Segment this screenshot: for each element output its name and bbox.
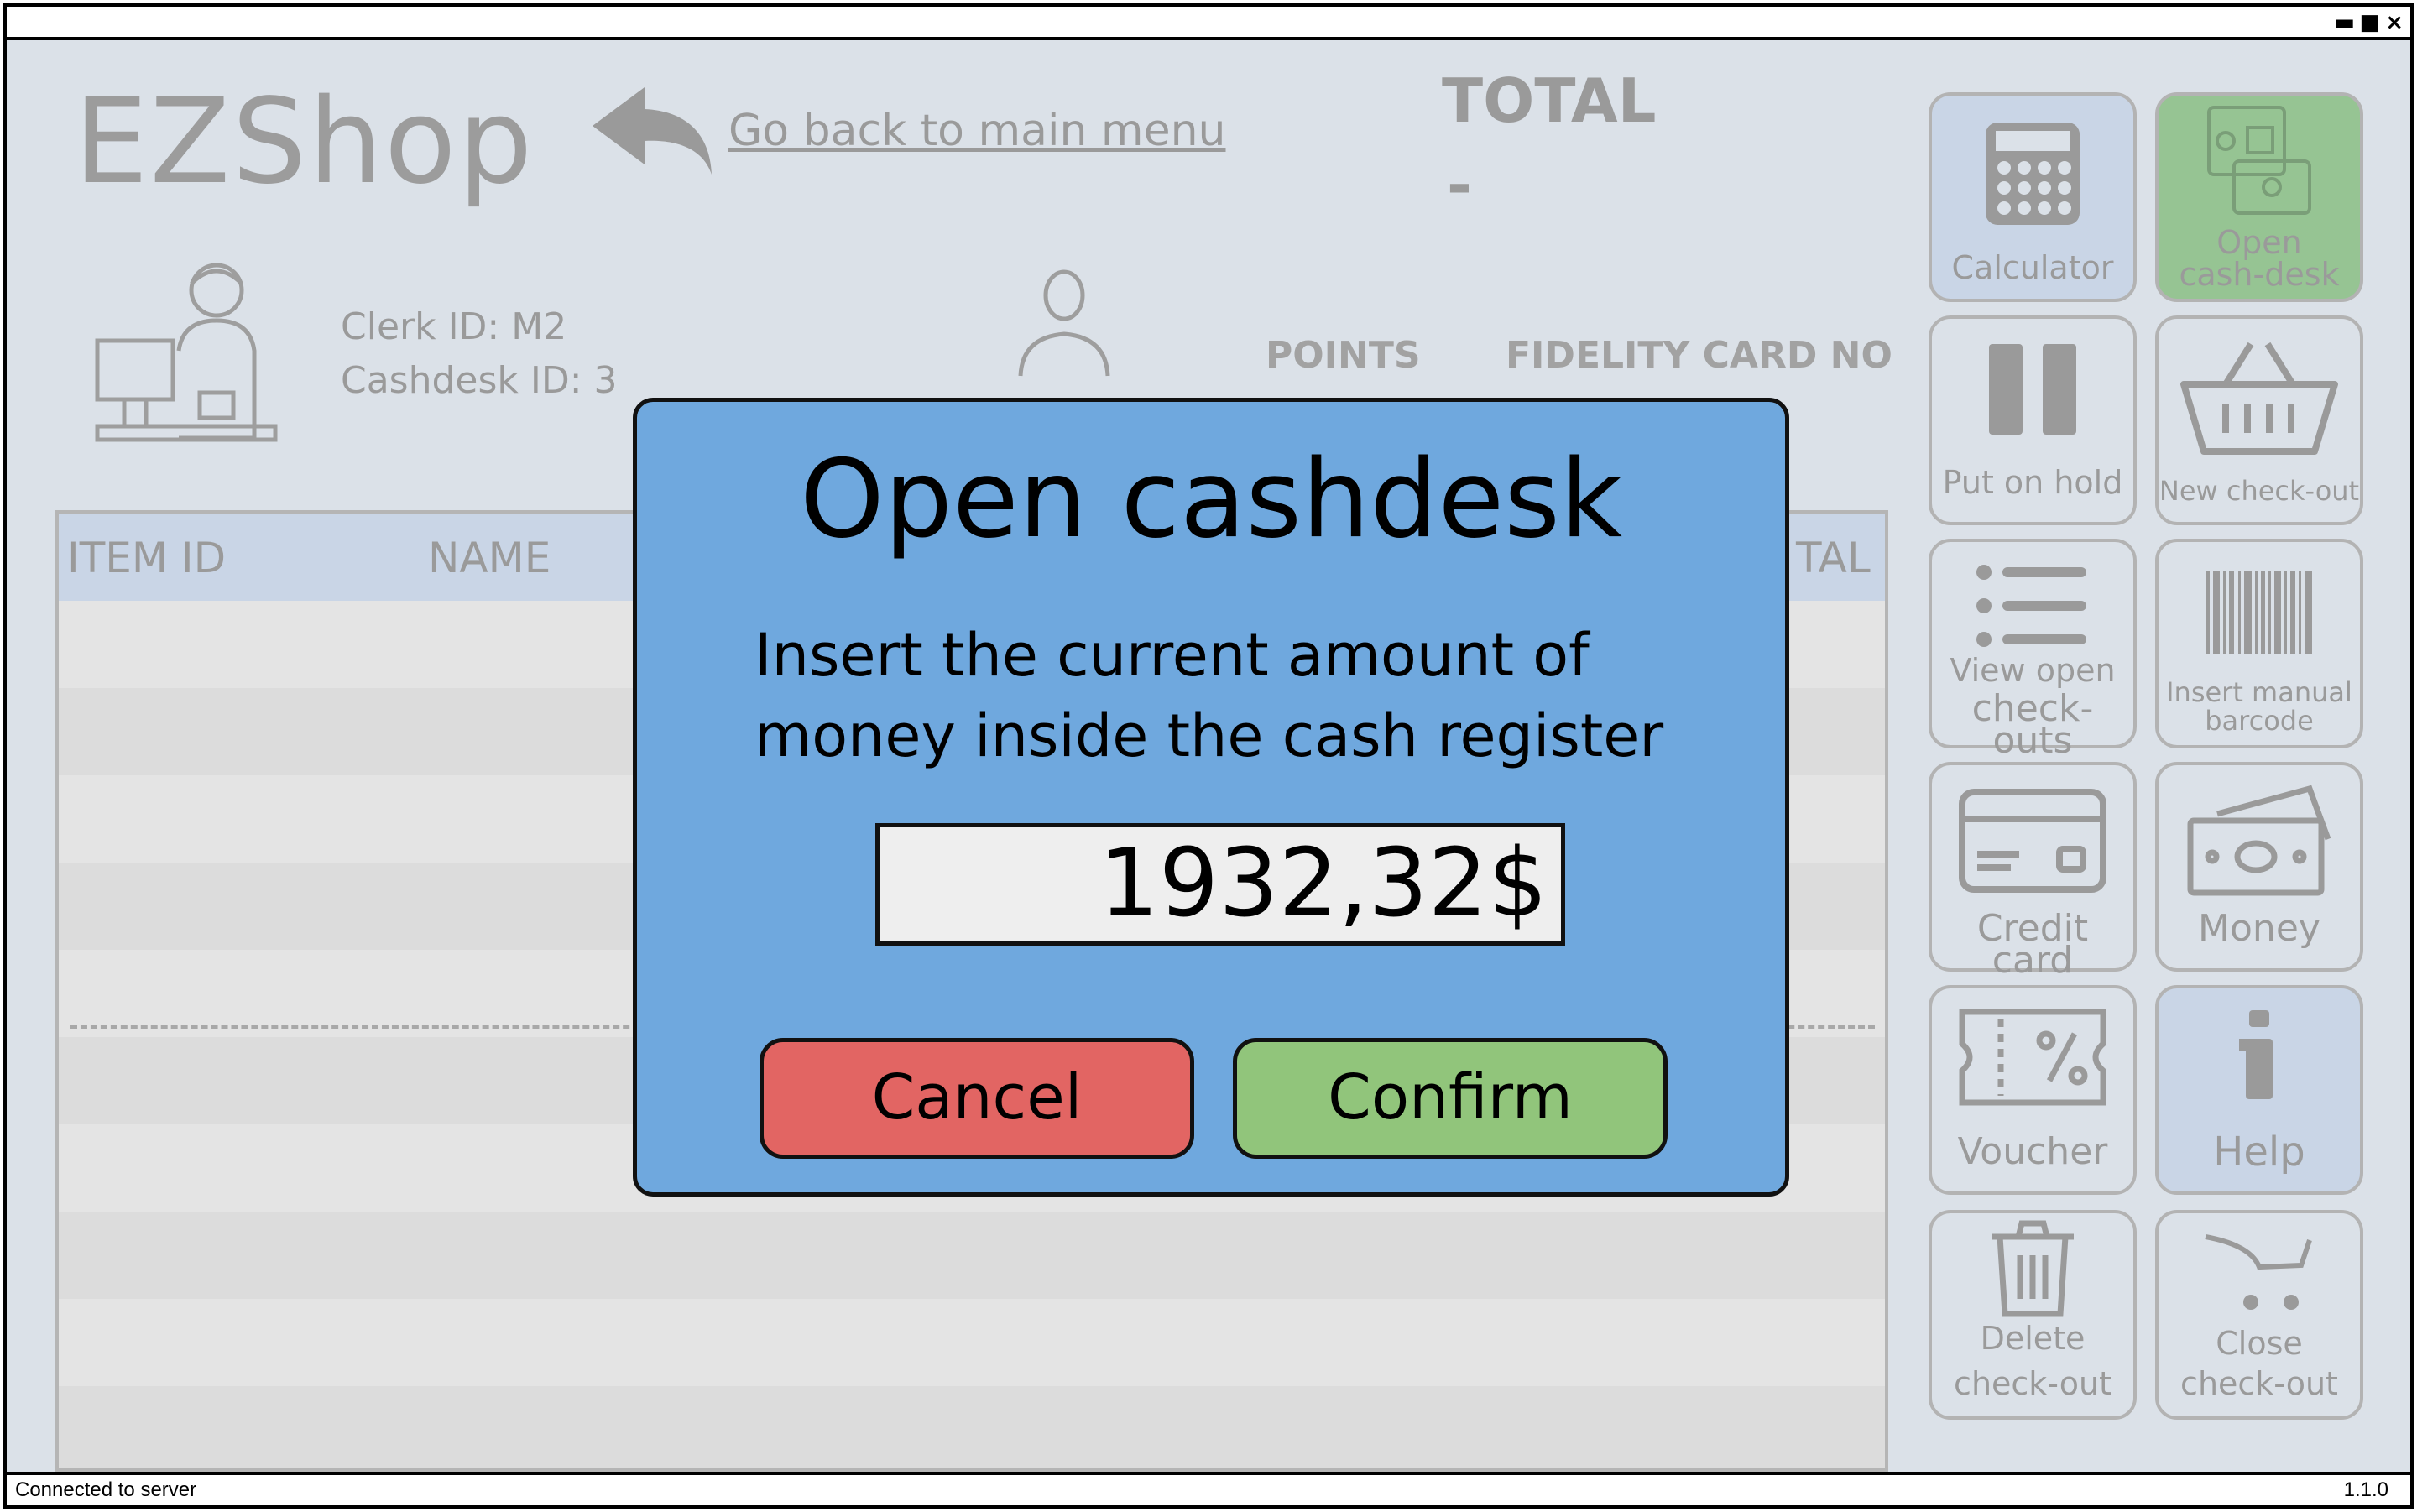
trash-icon	[1986, 1218, 2079, 1322]
dialog-message: Insert the current amount of money insid…	[754, 615, 1711, 776]
fidelity-card-label: FIDELITY CARD NO	[1506, 334, 1892, 377]
back-to-main-menu-link[interactable]: Go back to main menu	[728, 106, 1226, 156]
put-on-hold-label: Put on hold	[1942, 464, 2123, 501]
column-name: NAME	[428, 534, 551, 582]
voucher-label: Voucher	[1957, 1130, 2108, 1173]
delete-checkout-button[interactable]: Delete check-out	[1929, 1210, 2137, 1420]
cashdesk-id: Cashdesk ID: 3	[341, 359, 618, 402]
cancel-button[interactable]: Cancel	[760, 1038, 1194, 1159]
clerk-icon	[91, 250, 292, 446]
credit-card-button[interactable]: Credit card	[1929, 762, 2137, 979]
status-bar: Connected to server 1.1.0	[7, 1472, 2410, 1505]
amount-input[interactable]: 1932,32$	[875, 823, 1565, 946]
cart-icon	[2200, 1230, 2318, 1317]
basket-icon	[2175, 334, 2343, 463]
delete-checkout-label-2: check-out	[1954, 1365, 2112, 1402]
pause-icon	[1982, 339, 2083, 443]
voucher-button[interactable]: Voucher	[1929, 985, 2137, 1195]
money-button[interactable]: Money	[2155, 762, 2363, 972]
close-checkout-label-1: Close	[2216, 1325, 2303, 1362]
customer-icon	[1014, 267, 1115, 388]
view-open-checkouts-button[interactable]: View open check-outs	[1929, 539, 2137, 759]
calculator-button[interactable]: Calculator	[1929, 92, 2137, 302]
open-cashdesk-label-1: Open	[2216, 224, 2302, 261]
new-checkout-label: New check-out	[2159, 475, 2360, 507]
view-open-label-1: View open	[1950, 652, 2116, 689]
close-checkout-label-2: check-out	[2180, 1365, 2338, 1402]
credit-card-label: Credit card	[1976, 907, 2089, 982]
info-icon	[2234, 1010, 2284, 1106]
total-value: -	[1447, 149, 1472, 220]
version-label: 1.1.0	[2343, 1478, 2388, 1501]
view-open-label-2: check-outs	[1971, 687, 2094, 762]
calculator-icon	[1982, 119, 2083, 232]
title-bar: ▬ ■ ×	[7, 7, 2410, 40]
column-total: TAL	[1796, 534, 1871, 582]
delete-checkout-label-1: Delete	[1980, 1320, 2086, 1357]
insert-manual-label-2: barcode	[2205, 705, 2314, 737]
money-icon	[2184, 780, 2335, 901]
list-icon	[1974, 559, 2091, 654]
insert-manual-barcode-button[interactable]: Insert manual barcode	[2155, 539, 2363, 748]
back-arrow-icon[interactable]	[586, 81, 720, 185]
calculator-label: Calculator	[1951, 249, 2114, 286]
put-on-hold-button[interactable]: Put on hold	[1929, 315, 2137, 525]
main-screen: EZShop Go back to main menu TOTAL - Cler…	[7, 40, 2410, 1472]
table-row[interactable]	[59, 1212, 1885, 1299]
open-cashdesk-button[interactable]: Open cash-desk	[2155, 92, 2363, 302]
dialog-message-line-1: Insert the current amount of	[754, 621, 1590, 690]
new-checkout-button[interactable]: New check-out	[2155, 315, 2363, 525]
dialog-message-line-2: money inside the cash register	[754, 701, 1664, 770]
open-cashdesk-dialog: Open cashdesk Insert the current amount …	[633, 398, 1789, 1197]
voucher-icon	[1957, 1007, 2108, 1111]
cash-register-icon	[2200, 102, 2318, 223]
table-row[interactable]	[59, 1299, 1885, 1386]
app-logo: EZShop	[74, 74, 535, 211]
minimize-icon[interactable]: ▬	[2334, 12, 2355, 34]
insert-manual-label-1: Insert manual	[2166, 676, 2352, 708]
maximize-icon[interactable]: ■	[2359, 12, 2380, 34]
confirm-button[interactable]: Confirm	[1233, 1038, 1668, 1159]
dialog-title: Open cashdesk	[800, 437, 1622, 562]
barcode-icon	[2205, 571, 2314, 658]
clerk-id: Clerk ID: M2	[341, 305, 567, 348]
points-label: POINTS	[1266, 334, 1421, 377]
open-cashdesk-label-2: cash-desk	[2179, 256, 2340, 293]
close-icon[interactable]: ×	[2385, 12, 2404, 34]
close-checkout-button[interactable]: Close check-out	[2155, 1210, 2363, 1420]
table-row[interactable]	[59, 1386, 1885, 1468]
total-label: TOTAL	[1442, 65, 1657, 136]
money-label: Money	[2198, 907, 2320, 950]
credit-card-icon	[1957, 787, 2108, 899]
help-button[interactable]: Help	[2155, 985, 2363, 1195]
connection-status: Connected to server	[15, 1478, 197, 1501]
column-item-id: ITEM ID	[67, 534, 227, 582]
app-window: ▬ ■ × EZShop Go back to main menu TOTAL …	[3, 3, 2414, 1509]
help-label: Help	[2213, 1129, 2305, 1176]
